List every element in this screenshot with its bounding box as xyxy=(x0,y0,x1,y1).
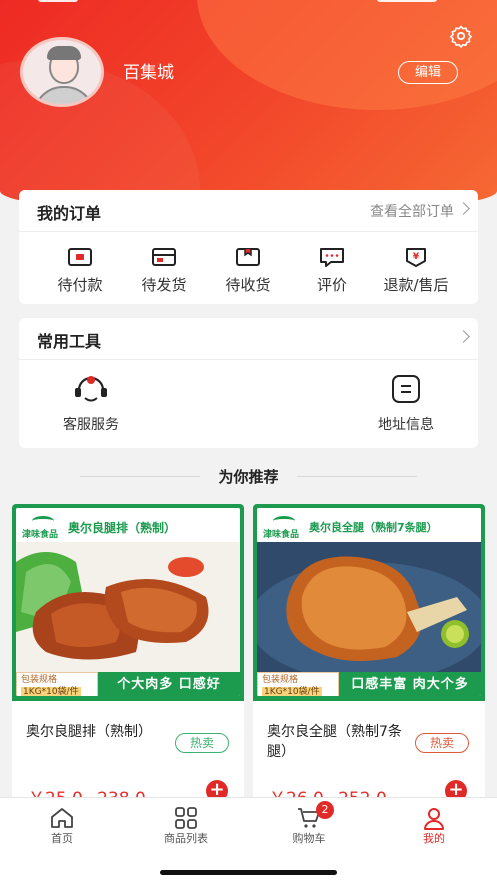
order-item-label: 待收货 xyxy=(225,276,271,294)
order-pending-payment[interactable]: 待付款 xyxy=(40,240,120,296)
tab-label: 购物车 xyxy=(292,832,326,845)
tools-card: 常用工具 客服服务 地址信息 xyxy=(19,318,478,448)
tab-product-list[interactable]: 商品列表 xyxy=(141,806,231,846)
order-pending-receipt[interactable]: 待收货 xyxy=(208,240,288,296)
orders-header[interactable]: 我的订单 查看全部订单 xyxy=(19,190,478,232)
brand-name: 津味食品 xyxy=(22,530,59,540)
tab-mine[interactable]: 我的 xyxy=(389,806,479,846)
grid-icon xyxy=(175,807,197,829)
address-icon xyxy=(392,375,420,403)
tools-header[interactable]: 常用工具 xyxy=(19,318,478,360)
avatar[interactable] xyxy=(20,37,104,107)
product-card[interactable]: 津味食品 奥尔良全腿（熟制7条腿） 包装规格 1KG*10袋/件 口感丰富 肉大… xyxy=(253,504,485,804)
brand-logo: 津味食品 xyxy=(263,516,305,540)
comment-icon xyxy=(320,248,344,267)
tab-label: 商品列表 xyxy=(164,832,208,845)
card-icon xyxy=(152,248,176,266)
order-review[interactable]: 评价 xyxy=(292,240,372,296)
wallet-icon xyxy=(68,248,92,266)
tools-title: 常用工具 xyxy=(37,332,102,351)
cart-count-badge: 2 xyxy=(316,801,334,819)
chevron-right-icon xyxy=(457,330,470,343)
food-photo xyxy=(257,542,481,672)
image-product-title: 奥尔良腿排（熟制） xyxy=(68,521,177,535)
hot-badge: 热卖 xyxy=(175,733,229,753)
order-item-label: 待付款 xyxy=(57,276,103,294)
box-icon xyxy=(236,248,260,266)
order-item-label: 待发货 xyxy=(141,276,187,294)
tab-home[interactable]: 首页 xyxy=(17,806,107,846)
product-image[interactable]: 津味食品 奥尔良腿排（熟制） 包装规格 1KG*10袋/件 个大肉多 口感好 xyxy=(12,504,244,701)
status-time xyxy=(38,0,78,2)
order-pending-shipment[interactable]: 待发货 xyxy=(124,240,204,296)
chevron-right-icon xyxy=(457,202,470,215)
recommend-section-header: 为你推荐 xyxy=(0,462,497,492)
product-card[interactable]: 津味食品 奥尔良腿排（熟制） 包装规格 1KG*10袋/件 个大肉多 口感好 奥… xyxy=(12,504,244,804)
home-indicator xyxy=(160,870,337,875)
food-photo xyxy=(16,542,240,672)
avatar-body xyxy=(33,86,95,104)
product-name[interactable]: 奥尔良腿排（熟制） xyxy=(26,722,176,742)
spec-value: 1KG*10袋/件 xyxy=(262,687,322,696)
brand-logo: 津味食品 xyxy=(22,516,64,540)
orders-title: 我的订单 xyxy=(37,204,102,223)
see-all-orders-link[interactable]: 查看全部订单 xyxy=(370,201,454,221)
hot-badge: 热卖 xyxy=(415,733,469,753)
product-image-inner: 津味食品 奥尔良腿排（熟制） 包装规格 1KG*10袋/件 个大肉多 口感好 xyxy=(16,508,240,696)
product-image[interactable]: 津味食品 奥尔良全腿（熟制7条腿） 包装规格 1KG*10袋/件 口感丰富 肉大… xyxy=(253,504,485,701)
product-slogan: 口感丰富 肉大个多 xyxy=(339,672,481,696)
order-item-label: 退款/售后 xyxy=(383,276,449,294)
tool-customer-service[interactable]: 客服服务 xyxy=(36,372,146,442)
tab-label: 我的 xyxy=(423,832,445,845)
avatar-hair xyxy=(47,46,81,60)
spec-label: 包装规格 1KG*10袋/件 xyxy=(16,672,98,696)
home-icon xyxy=(51,808,73,828)
spec-title: 包装规格 xyxy=(262,675,299,685)
svg-text:¥: ¥ xyxy=(413,252,420,262)
tab-cart[interactable]: 2 购物车 xyxy=(264,801,354,846)
tool-address[interactable]: 地址信息 xyxy=(351,372,461,442)
product-slogan: 个大肉多 口感好 xyxy=(98,672,240,696)
image-product-title: 奥尔良全腿（熟制7条腿） xyxy=(309,521,438,534)
recommend-title: 为你推荐 xyxy=(218,468,279,486)
status-bar xyxy=(0,0,497,10)
orders-card: 我的订单 查看全部订单 待付款 待发货 待收货 评价 ¥ 退款/售后 xyxy=(19,190,478,304)
shop-name: 百集城 xyxy=(123,63,174,83)
product-name[interactable]: 奥尔良全腿（熟制7条腿） xyxy=(267,722,417,762)
tool-label: 地址信息 xyxy=(378,417,434,433)
product-image-inner: 津味食品 奥尔良全腿（熟制7条腿） 包装规格 1KG*10袋/件 口感丰富 肉大… xyxy=(257,508,481,696)
user-icon xyxy=(424,808,444,830)
status-indicators xyxy=(377,0,437,2)
tab-label: 首页 xyxy=(51,832,73,845)
profile-header: 百集城 编辑 xyxy=(0,0,497,215)
header-decoration xyxy=(197,0,497,110)
refund-icon: ¥ xyxy=(406,248,426,267)
bottom-tab-bar: 首页 商品列表 2 购物车 我的 xyxy=(0,797,497,883)
order-item-label: 评价 xyxy=(316,276,347,294)
brand-logo-mark xyxy=(32,516,54,526)
order-refund[interactable]: ¥ 退款/售后 xyxy=(376,240,456,296)
brand-name: 津味食品 xyxy=(263,530,300,540)
spec-title: 包装规格 xyxy=(21,675,58,685)
edit-button[interactable]: 编辑 xyxy=(398,61,458,84)
brand-logo-mark xyxy=(273,516,295,526)
customer-service-icon xyxy=(75,376,107,402)
tool-label: 客服服务 xyxy=(63,417,119,433)
spec-label: 包装规格 1KG*10袋/件 xyxy=(257,672,339,696)
spec-value: 1KG*10袋/件 xyxy=(21,687,81,696)
gear-icon[interactable] xyxy=(449,24,473,48)
